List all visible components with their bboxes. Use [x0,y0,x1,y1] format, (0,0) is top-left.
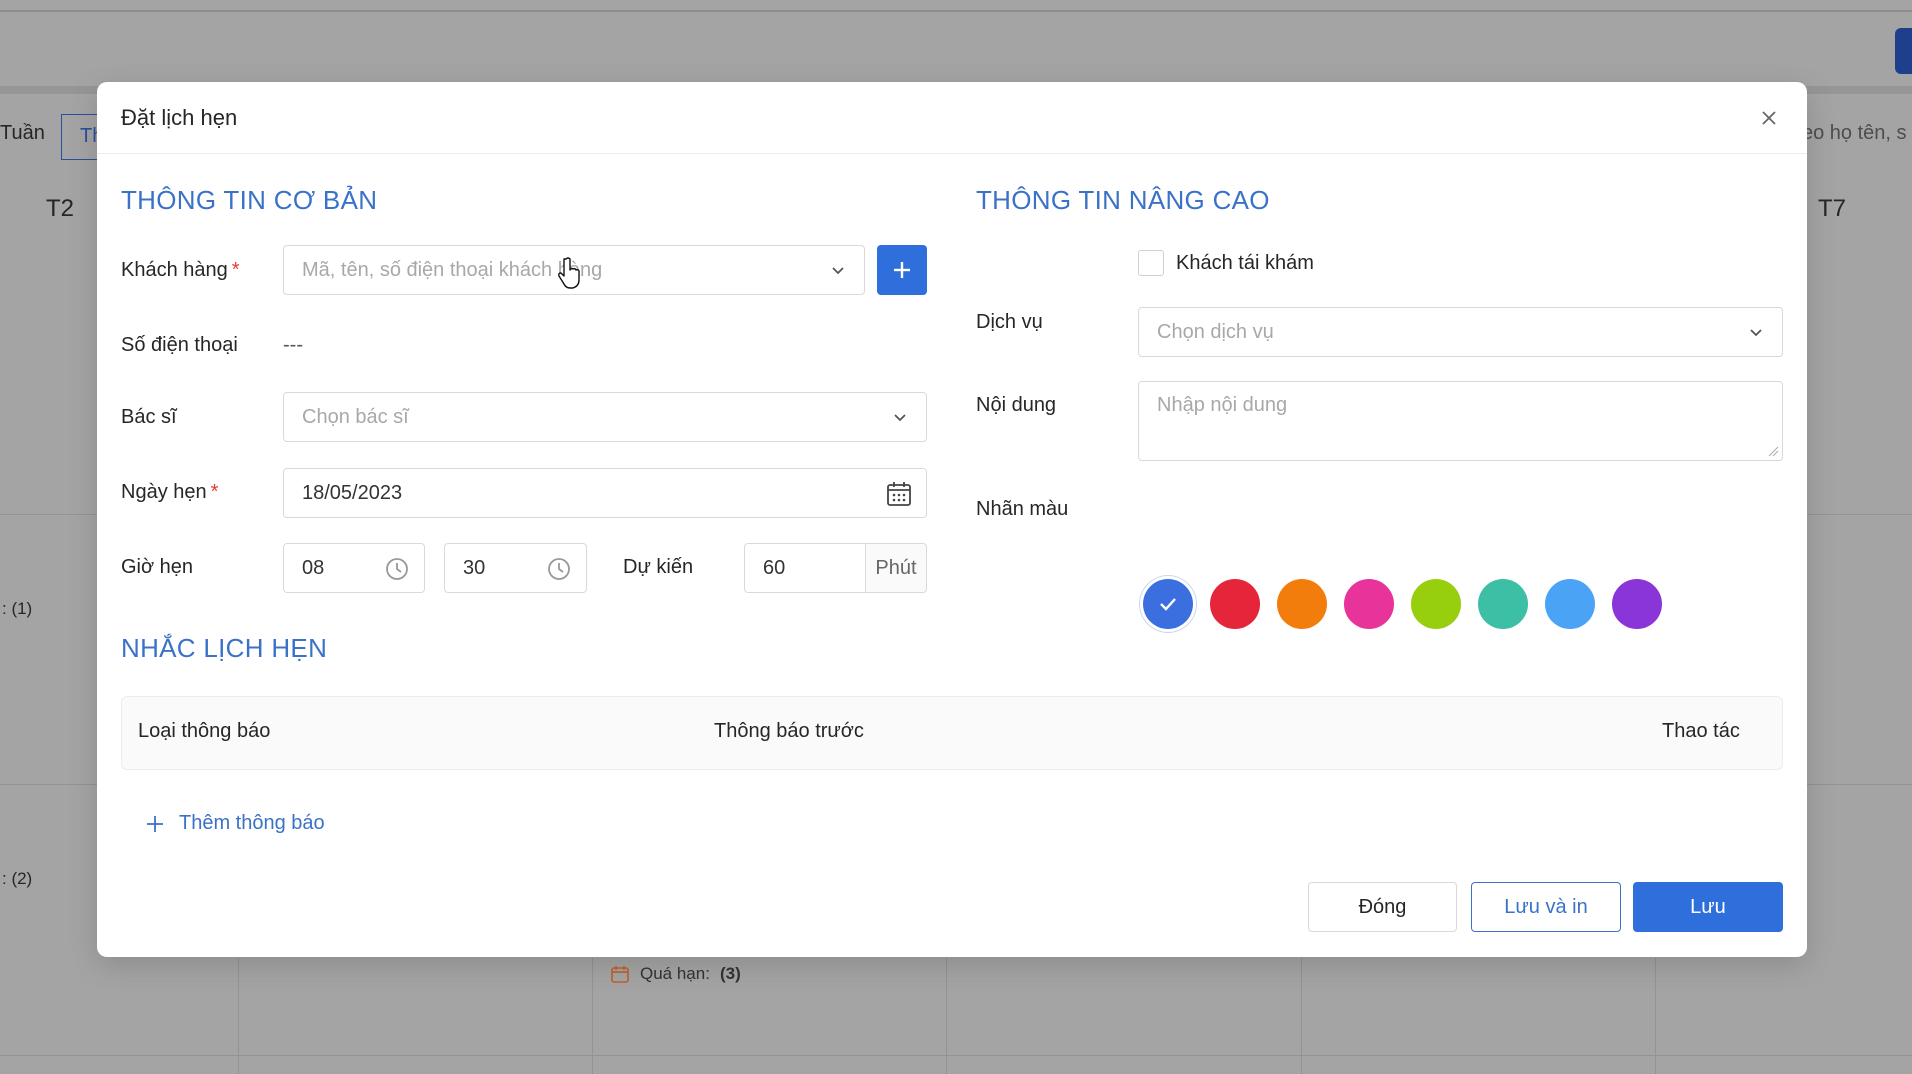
background-grid-vline [592,958,593,1074]
color-swatch[interactable] [1411,579,1461,629]
doctor-select-placeholder: Chọn bác sĩ [302,405,409,428]
customer-label: Khách hàng * [121,259,240,281]
hour-picker[interactable]: 08 [283,543,425,593]
reminder-title: NHẮC LỊCH HẸN [121,633,328,663]
date-picker[interactable]: 18/05/2023 [283,468,927,518]
save-and-print-button[interactable]: Lưu và in [1471,882,1621,932]
color-swatch[interactable] [1478,579,1528,629]
column-notify-before: Thông báo trước [714,720,864,742]
content-placeholder: Nhập nội dung [1157,394,1288,416]
content-textarea[interactable]: Nhập nội dung [1138,381,1783,461]
phone-label: Số điện thoại [121,334,238,356]
background-grid-vline [1301,958,1302,1074]
doctor-label: Bác sĩ [121,406,177,428]
clock-icon [386,558,408,580]
chevron-down-icon [894,414,906,422]
basic-info-title: THÔNG TIN CƠ BẢN [121,185,378,215]
background-count: : (1) [2,599,33,618]
background-top-border [0,10,1912,12]
date-value: 18/05/2023 [302,481,403,504]
duration-input[interactable]: 60 Phút [744,543,927,593]
duration-unit: Phút [865,544,926,592]
phone-value: --- [283,334,303,356]
color-label: Nhãn màu [976,498,1069,520]
duration-value: 60 [763,556,786,579]
background-overdue-label: Quá hạn: [640,964,710,983]
background-grid-vline [1655,958,1656,1074]
service-select[interactable]: Chọn dịch vụ [1138,307,1783,357]
plus-icon [147,815,163,832]
background-grid-line [0,1055,1912,1056]
background-primary-button [1895,28,1912,74]
hour-value: 08 [302,556,325,579]
modal-header: Đặt lịch hẹn [97,82,1807,154]
background-day-header-left: T2 [46,195,75,222]
add-notification-label: Thêm thông báo [179,812,325,834]
add-notification-button[interactable]: Thêm thông báo [145,812,325,835]
calendar-icon [887,482,911,506]
color-swatch[interactable] [1545,579,1595,629]
background-overdue-count: (3) [719,964,741,983]
add-customer-button[interactable] [877,245,927,295]
background-week-tab: Tuần [0,122,45,144]
color-swatch[interactable] [1277,579,1327,629]
doctor-select[interactable]: Chọn bác sĩ [283,392,927,442]
revisit-label: Khách tái khám [1176,252,1314,274]
chevron-down-icon [1750,329,1762,337]
hand-cursor-icon [558,257,580,289]
resize-handle-icon[interactable] [1767,445,1779,457]
color-swatch[interactable] [1612,579,1662,629]
duration-label: Dự kiến [623,556,694,578]
date-label: Ngày hẹn * [121,481,219,503]
reminder-table-header: Loại thông báo Thông báo trước Thao tác [122,697,1782,769]
check-icon [1160,598,1176,611]
color-swatch[interactable] [1344,579,1394,629]
close-button[interactable]: Đóng [1308,882,1457,932]
modal-title: Đặt lịch hẹn [121,105,238,130]
reminder-table: Loại thông báo Thông báo trước Thao tác [121,696,1783,770]
background-grid-vline [946,958,947,1074]
calendar-icon [611,966,629,983]
color-swatch[interactable] [1210,579,1260,629]
column-actions: Thao tác [1662,720,1740,742]
time-label: Giờ hẹn [121,556,194,578]
appointment-modal: Đặt lịch hẹn THÔNG TIN CƠ BẢN Khách hàng… [97,82,1807,957]
background-count: : (2) [2,869,33,888]
service-label: Dịch vụ [976,311,1043,333]
clock-icon [548,558,570,580]
advanced-info-title: THÔNG TIN NÂNG CAO [976,185,1270,215]
close-icon[interactable] [1755,104,1783,132]
background-search-text: eo họ tên, s [1802,122,1907,144]
service-select-placeholder: Chọn dịch vụ [1157,320,1274,343]
background-day-header-right: T7 [1818,195,1847,222]
column-notification-type: Loại thông báo [138,720,271,742]
color-swatch[interactable] [1143,579,1193,629]
content-label: Nội dung [976,394,1057,416]
save-button[interactable]: Lưu [1633,882,1783,932]
revisit-checkbox[interactable] [1138,250,1164,276]
plus-icon [894,262,910,278]
minute-picker[interactable]: 30 [444,543,587,593]
background-overdue: Quá hạn: (3) [610,964,741,984]
background-grid-vline [238,958,239,1074]
minute-value: 30 [463,556,486,579]
chevron-down-icon [832,267,844,275]
